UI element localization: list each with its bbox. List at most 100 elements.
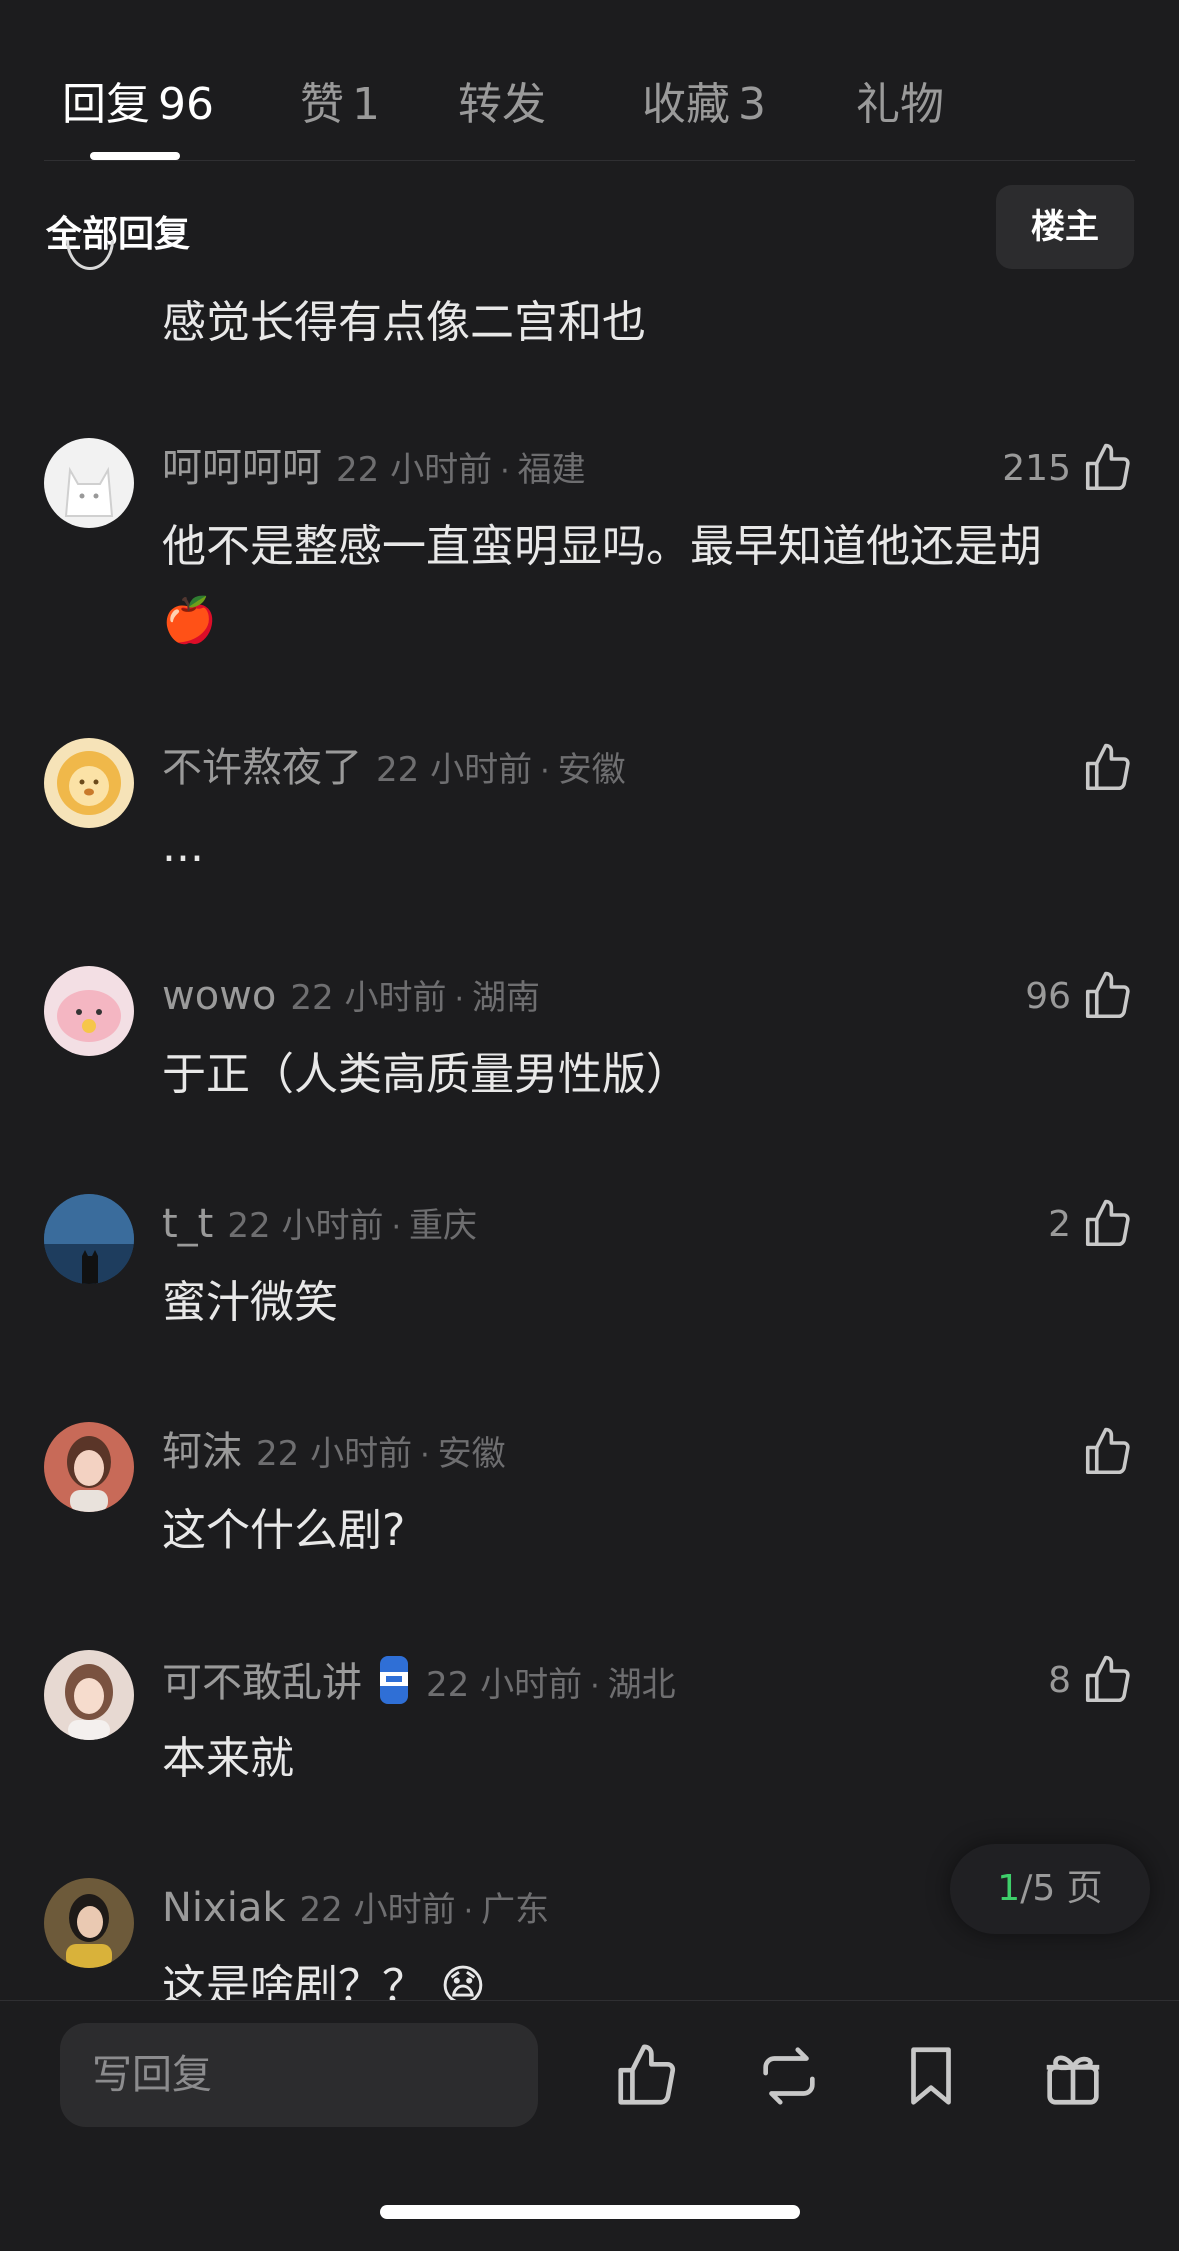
tab-count: 96 [158,79,214,130]
timestamp: 22 小时前 [227,1206,384,1246]
region: 广东 [481,1890,550,1930]
avatar[interactable] [44,966,134,1056]
home-indicator [380,2205,800,2219]
cat-silhouette-avatar-icon [44,1194,134,1284]
avatar[interactable] [44,1650,134,1740]
thumbs-up-icon [1085,1427,1130,1475]
person-portrait-avatar-icon [66,1894,112,1968]
thumbs-up-icon [1085,1199,1130,1247]
divider [44,160,1135,161]
timestamp: 22 小时前 [290,978,447,1018]
thumbs-up-icon[interactable] [612,2041,682,2111]
separator: · [454,982,464,1017]
comment-text-content: 他不是整感一直蛮明显吗。最早知道他还是胡 [162,521,1042,572]
page-indicator[interactable]: 1/5 页 [950,1844,1150,1934]
comment-meta: Nixiak 22 小时前 · 广东 [162,1880,549,1936]
tab-reposts[interactable]: 转发 [458,68,546,132]
region: 湖北 [607,1665,676,1705]
region: 安徽 [557,750,626,790]
avatar[interactable] [44,1194,134,1284]
like-button[interactable]: 8 [1048,1650,1135,1710]
separator: · [420,1438,430,1473]
woman-portrait-avatar-icon [65,1664,113,1740]
timestamp: 22 小时前 [256,1434,413,1474]
tab-label: 赞 [300,79,344,130]
username[interactable]: t_t [162,1201,213,1247]
separator: · [463,1894,474,1929]
timestamp: 22 小时前 [336,450,493,490]
repost-icon[interactable] [754,2041,824,2111]
lion-avatar-icon [57,751,121,815]
tab-label: 收藏 [642,79,730,130]
tab-bar: 回复 96 赞1 转发 收藏 3 礼物 [0,0,1179,162]
avatar[interactable] [44,738,134,828]
comment-text: ... [162,821,204,872]
username[interactable]: 轲沫 [162,1429,242,1475]
cat-avatar-icon [64,466,114,517]
thumbs-up-icon [1085,971,1130,1019]
comment-text: 于正（人类高质量男性版） [162,1049,690,1100]
timestamp: 22 小时前 [299,1890,456,1930]
comment-text: 感觉长得有点像二宫和也 [162,297,646,348]
region: 福建 [517,450,586,490]
comment-text: 蜜汁微笑 [162,1277,338,1328]
separator: · [540,754,550,789]
tab-count: 3 [738,79,766,130]
comment-meta: t_t 22 小时前 · 重庆 [162,1196,477,1252]
region: 重庆 [409,1206,477,1246]
username[interactable]: 呵呵呵呵 [162,445,322,491]
girl-portrait-avatar-icon [67,1436,111,1512]
pink-blob-avatar-icon [57,990,121,1042]
comment-meta: 可不敢乱讲 22 小时前 · 湖北 [162,1652,676,1708]
comment-meta: wowo 22 小时前 · 湖南 [162,968,540,1024]
tab-likes[interactable]: 赞1 [300,68,380,132]
username[interactable]: 可不敢乱讲 [162,1660,362,1706]
username[interactable]: Nixiak [162,1885,286,1931]
region: 安徽 [437,1434,506,1474]
like-count: 96 [1025,975,1071,1017]
can-badge-icon [376,1652,412,1731]
tab-replies[interactable]: 回复 96 [62,68,214,132]
avatar[interactable] [44,438,134,528]
region: 湖南 [472,978,540,1018]
username[interactable]: 不许熬夜了 [162,745,362,791]
avatar[interactable] [46,240,134,300]
separator: · [391,1210,401,1245]
like-button[interactable] [1081,738,1135,798]
username[interactable]: wowo [162,973,276,1019]
separator: · [590,1669,600,1704]
like-button[interactable]: 96 [1025,966,1135,1026]
like-button[interactable] [1081,1422,1135,1482]
separator: · [500,454,510,489]
thumbs-up-icon [1085,1655,1130,1703]
comment-meta: 不许熬夜了 22 小时前 · 安徽 [162,740,626,796]
bookmark-icon[interactable] [896,2041,966,2111]
tab-favorites[interactable]: 收藏 3 [642,68,766,132]
comment-meta: 呵呵呵呵 22 小时前 · 福建 [162,440,586,496]
comment-text: 这个什么剧? [162,1505,406,1556]
tab-count: 1 [352,79,380,130]
thumbs-up-icon [1085,743,1130,791]
gift-icon[interactable] [1038,2041,1108,2111]
page-total: /5 页 [1020,1868,1103,1909]
apple-emoji: 🍎 [162,595,217,646]
owner-filter-button[interactable]: 楼主 [996,185,1134,269]
like-count: 215 [1002,447,1071,489]
tab-label: 转发 [458,79,546,130]
active-tab-indicator [90,152,180,160]
avatar[interactable] [44,1422,134,1512]
like-button[interactable]: 215 [1002,438,1135,498]
like-count: 8 [1048,1659,1071,1701]
thumbs-up-icon [1085,443,1130,491]
comment-meta: 轲沫 22 小时前 · 安徽 [162,1424,506,1480]
comment-text: 他不是整感一直蛮明显吗。最早知道他还是胡 🍎 [162,510,1122,658]
comment-text: 本来就 [162,1733,294,1784]
reply-input[interactable]: 写回复 [60,2023,538,2127]
avatar[interactable] [44,1878,134,1968]
tab-label: 回复 [62,79,150,130]
timestamp: 22 小时前 [376,750,533,790]
timestamp: 22 小时前 [426,1665,583,1705]
tab-gifts[interactable]: 礼物 [856,68,944,132]
like-count: 2 [1048,1203,1071,1245]
like-button[interactable]: 2 [1048,1194,1135,1254]
